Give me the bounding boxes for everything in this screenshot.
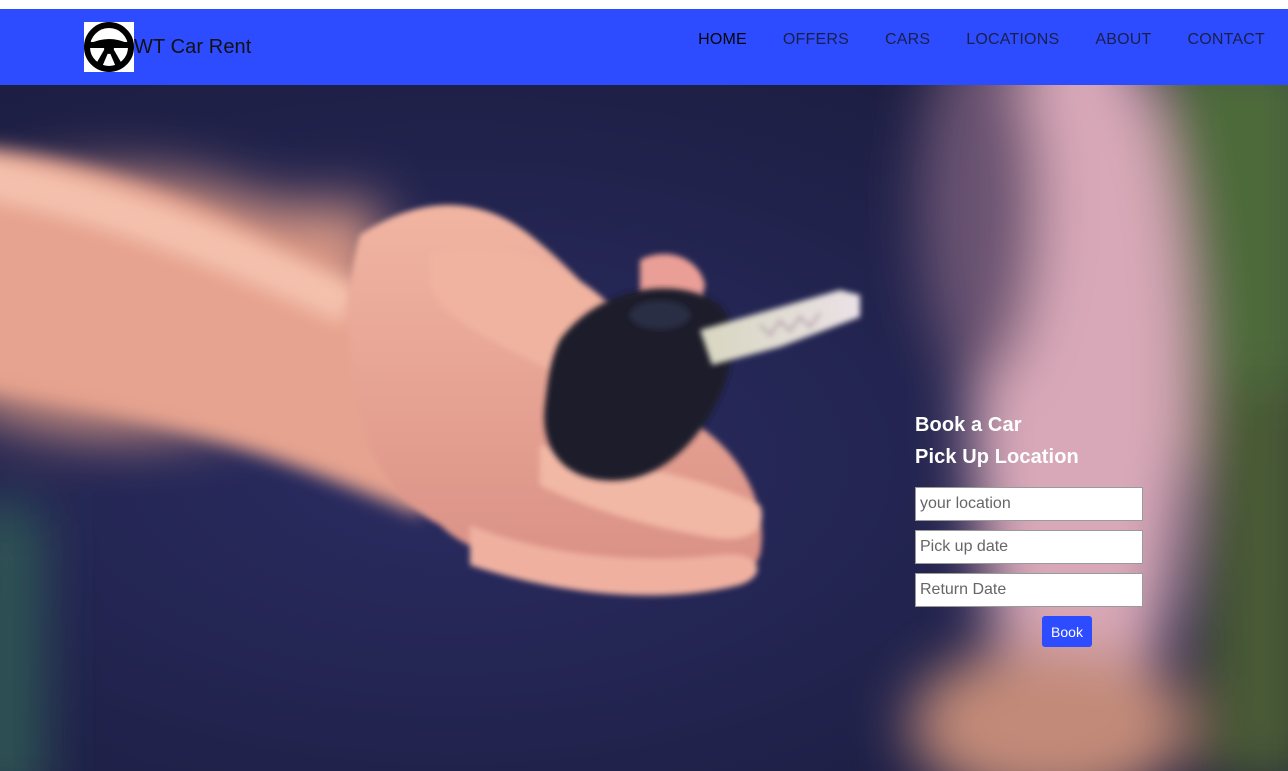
hero-section: Book a Car Pick Up Location Book xyxy=(0,85,1288,771)
nav-locations[interactable]: LOCATIONS xyxy=(966,31,1059,49)
booking-form: Book a Car Pick Up Location Book xyxy=(915,409,1143,647)
pickup-location-heading: Pick Up Location xyxy=(915,446,1079,468)
return-date-input[interactable] xyxy=(915,573,1143,607)
brand-link[interactable]: WT Car Rent xyxy=(84,22,251,72)
nav-home[interactable]: HOME xyxy=(698,31,747,49)
nav-offers[interactable]: OFFERS xyxy=(783,31,849,49)
main-nav: HOME OFFERS CARS LOCATIONS ABOUT CONTACT xyxy=(662,31,1265,49)
nav-cars[interactable]: CARS xyxy=(885,31,930,49)
brand-name: WT Car Rent xyxy=(134,35,252,58)
book-button[interactable]: Book xyxy=(1042,616,1092,647)
booking-title: Book a Car xyxy=(915,414,1022,436)
steering-wheel-icon xyxy=(84,22,134,72)
pickup-date-input[interactable] xyxy=(915,530,1143,564)
nav-about[interactable]: ABOUT xyxy=(1095,31,1151,49)
nav-contact[interactable]: CONTACT xyxy=(1187,31,1265,49)
top-strip xyxy=(0,0,1288,9)
navbar: WT Car Rent HOME OFFERS CARS LOCATIONS A… xyxy=(0,9,1288,85)
location-input[interactable] xyxy=(915,487,1143,521)
